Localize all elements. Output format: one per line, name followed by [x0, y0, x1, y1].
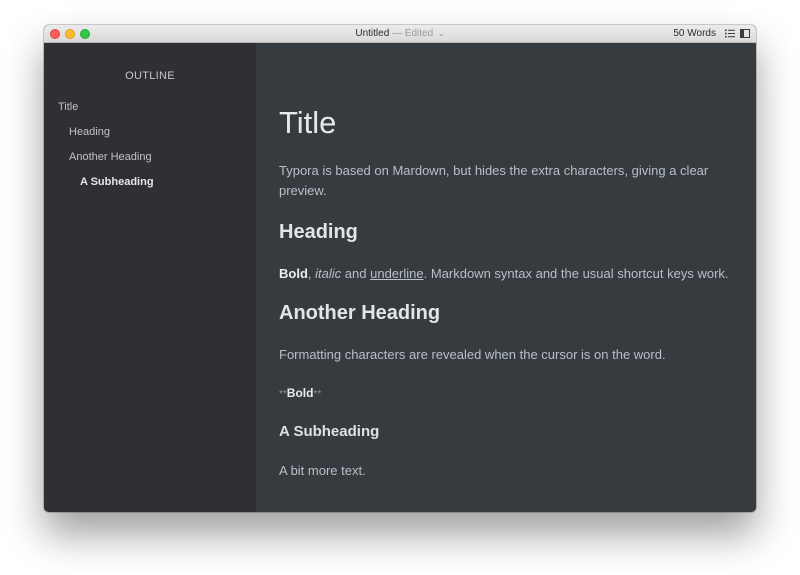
outline-sidebar: OUTLINE Title Heading Another Heading A …	[44, 43, 256, 512]
outline-item-heading[interactable]: Heading	[69, 126, 110, 138]
reveal-paragraph[interactable]: Formatting characters are revealed when …	[279, 346, 666, 364]
window-title[interactable]: Untitled — Edited ⌄	[44, 28, 756, 39]
document-title[interactable]: Title	[279, 105, 336, 141]
revealed-bold-paragraph[interactable]: **Bold**	[279, 385, 321, 403]
italic-text: italic	[315, 266, 342, 281]
closing-paragraph[interactable]: A bit more text.	[279, 462, 366, 480]
subheading[interactable]: A Subheading	[279, 423, 379, 440]
revealed-bold-text: Bold	[286, 386, 314, 400]
chevron-down-icon[interactable]: ⌄	[438, 29, 445, 38]
md-marker-open: **	[279, 389, 287, 400]
bold-text: Bold	[279, 266, 308, 281]
outline-item-another-heading[interactable]: Another Heading	[69, 151, 152, 163]
editor-pane[interactable]: Title Typora is based on Mardown, but hi…	[256, 43, 756, 512]
heading-1[interactable]: Heading	[279, 221, 358, 244]
document-name: Untitled	[355, 28, 390, 39]
formatting-paragraph[interactable]: Bold, italic and underline. Markdown syn…	[279, 265, 729, 283]
comma-text: ,	[307, 266, 312, 281]
title-bar: Untitled — Edited ⌄ 50 Words	[44, 25, 756, 43]
edited-status: Edited	[404, 28, 434, 39]
and-text: and	[344, 266, 367, 281]
outline-header: OUTLINE	[125, 70, 175, 82]
app-window: Untitled — Edited ⌄ 50 Words OUTLINE Tit…	[44, 25, 756, 512]
title-separator: —	[392, 28, 403, 39]
word-count[interactable]: 50 Words	[673, 28, 716, 39]
sidebar-panel-icon[interactable]	[740, 29, 750, 38]
outline-item-title[interactable]: Title	[58, 101, 78, 113]
formatting-rest-text: . Markdown syntax and the usual shortcut…	[423, 266, 729, 281]
heading-2[interactable]: Another Heading	[279, 302, 440, 325]
outline-item-a-subheading[interactable]: A Subheading	[80, 176, 154, 188]
md-marker-close: **	[313, 389, 322, 400]
intro-paragraph[interactable]: Typora is based on Mardown, but hides th…	[279, 161, 719, 201]
underline-text: underline	[370, 266, 424, 281]
outline-list-icon[interactable]	[725, 29, 735, 38]
